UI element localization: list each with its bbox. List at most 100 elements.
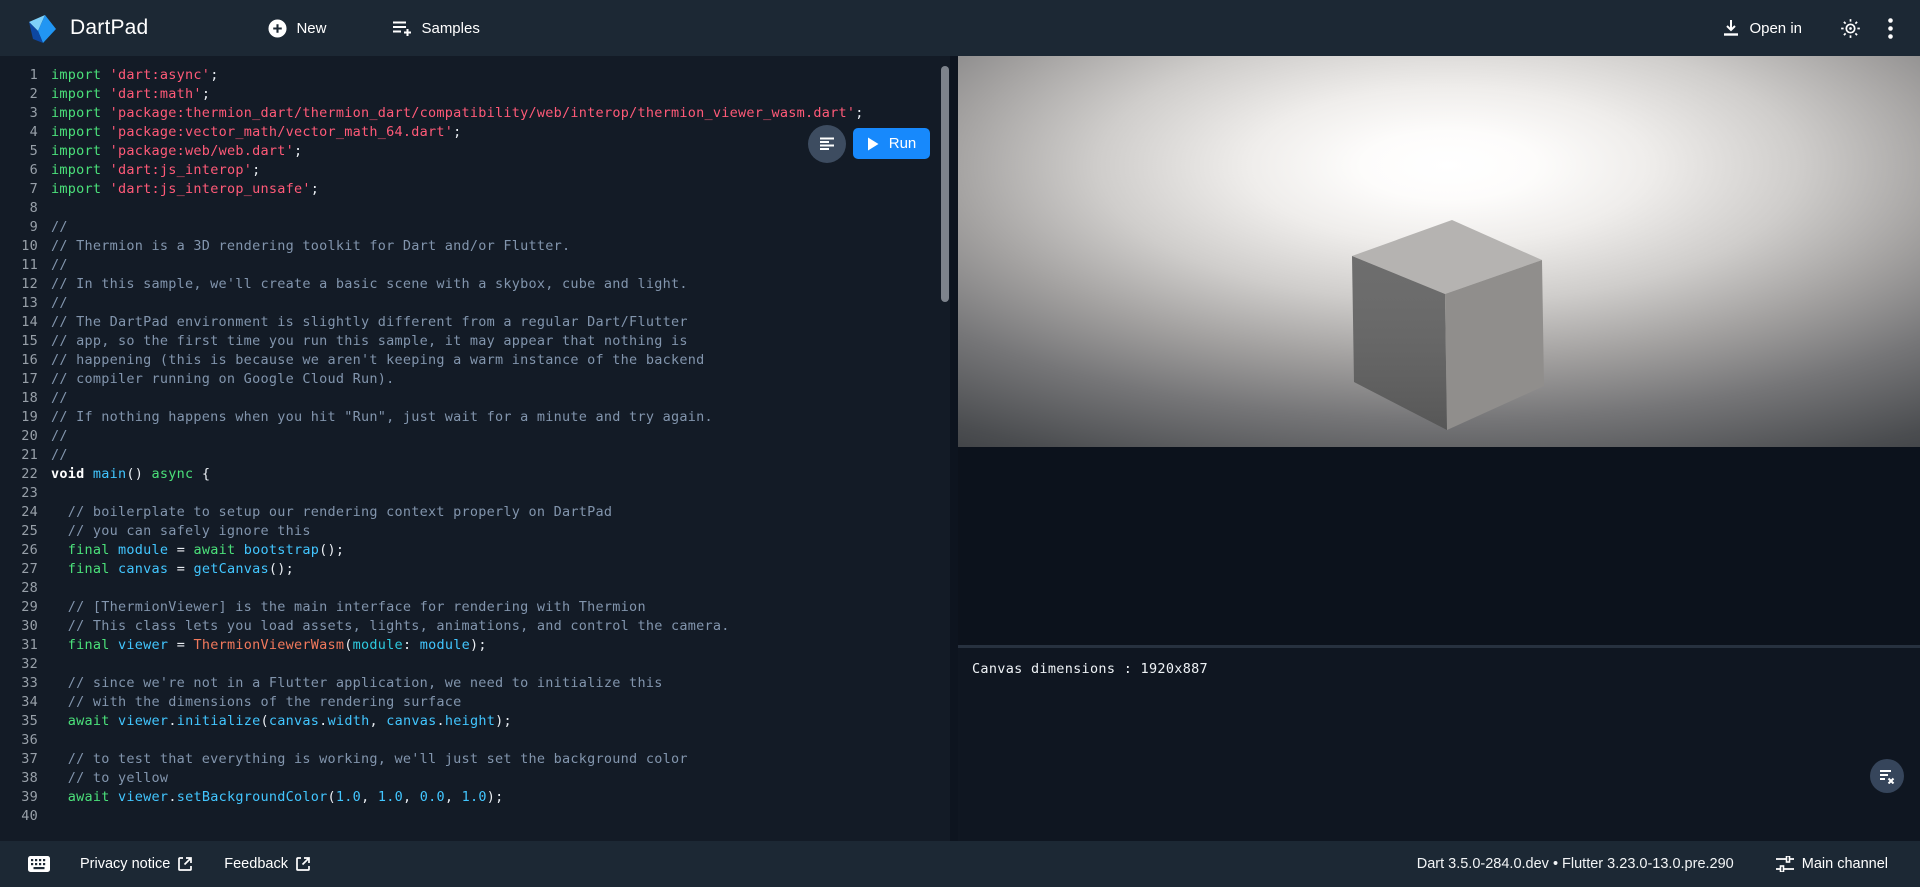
theme-toggle-button[interactable]	[1830, 8, 1870, 48]
code-line[interactable]: 26 final module = await bootstrap();	[0, 541, 950, 560]
code-line[interactable]: 19// If nothing happens when you hit "Ru…	[0, 408, 950, 427]
keyboard-icon	[28, 856, 50, 872]
keyboard-shortcuts-button[interactable]	[28, 856, 50, 872]
code-line[interactable]: 16// happening (this is because we aren'…	[0, 351, 950, 370]
download-icon	[1722, 19, 1740, 37]
code-text: // app, so the first time you run this s…	[38, 332, 688, 351]
code-line[interactable]: 3import 'package:thermion_dart/thermion_…	[0, 104, 950, 123]
channel-selector-button[interactable]: Main channel	[1776, 856, 1888, 872]
code-line[interactable]: 14// The DartPad environment is slightly…	[0, 313, 950, 332]
new-button-label: New	[296, 20, 326, 37]
line-number: 35	[0, 712, 38, 731]
privacy-notice-link[interactable]: Privacy notice	[80, 856, 192, 872]
line-number: 2	[0, 85, 38, 104]
line-number: 39	[0, 788, 38, 807]
code-text: import 'dart:js_interop_unsafe';	[38, 180, 319, 199]
samples-button[interactable]: Samples	[382, 13, 489, 43]
code-line[interactable]: 35 await viewer.initialize(canvas.width,…	[0, 712, 950, 731]
code-line[interactable]: 2import 'dart:math';	[0, 85, 950, 104]
sdk-version-text: Dart 3.5.0-284.0.dev • Flutter 3.23.0-13…	[1417, 856, 1734, 872]
code-line[interactable]: 13//	[0, 294, 950, 313]
code-line[interactable]: 32	[0, 655, 950, 674]
render-output-canvas	[958, 56, 1920, 447]
code-text: //	[38, 256, 68, 275]
line-number: 17	[0, 370, 38, 389]
run-button[interactable]: Run	[853, 128, 930, 159]
cube-graphic	[1350, 220, 1546, 432]
code-line[interactable]: 27 final canvas = getCanvas();	[0, 560, 950, 579]
code-line[interactable]: 22void main() async {	[0, 465, 950, 484]
feedback-link[interactable]: Feedback	[224, 856, 310, 872]
open-in-label: Open in	[1749, 20, 1802, 37]
dartpad-logo-icon	[26, 12, 58, 44]
top-bar: DartPad New Samples Open in	[0, 0, 1920, 56]
line-number: 13	[0, 294, 38, 313]
code-line[interactable]: 10// Thermion is a 3D rendering toolkit …	[0, 237, 950, 256]
line-number: 10	[0, 237, 38, 256]
code-text: // with the dimensions of the rendering …	[38, 693, 462, 712]
code-line[interactable]: 21//	[0, 446, 950, 465]
open-in-button[interactable]: Open in	[1712, 13, 1812, 43]
editor-scrollbar-thumb[interactable]	[941, 66, 949, 302]
code-text: //	[38, 389, 68, 408]
samples-icon	[392, 19, 412, 37]
code-text: import 'dart:math';	[38, 85, 210, 104]
external-link-icon	[178, 857, 192, 871]
code-line[interactable]: 28	[0, 579, 950, 598]
code-line[interactable]: 34 // with the dimensions of the renderi…	[0, 693, 950, 712]
console-panel: Canvas dimensions : 1920x887	[958, 648, 1920, 841]
code-text: await viewer.initialize(canvas.width, ca…	[38, 712, 512, 731]
code-text: await viewer.setBackgroundColor(1.0, 1.0…	[38, 788, 504, 807]
line-number: 4	[0, 123, 38, 142]
clear-console-button[interactable]	[1870, 759, 1904, 793]
line-number: 27	[0, 560, 38, 579]
code-line[interactable]: 30 // This class lets you load assets, l…	[0, 617, 950, 636]
tune-icon	[1776, 856, 1794, 872]
overflow-menu-button[interactable]	[1870, 8, 1910, 48]
code-line[interactable]: 11//	[0, 256, 950, 275]
line-number: 3	[0, 104, 38, 123]
code-editor[interactable]: 1import 'dart:async';2import 'dart:math'…	[0, 56, 950, 841]
code-line[interactable]: 9//	[0, 218, 950, 237]
line-number: 19	[0, 408, 38, 427]
line-number: 38	[0, 769, 38, 788]
code-line[interactable]: 23	[0, 484, 950, 503]
code-line[interactable]: 18//	[0, 389, 950, 408]
code-line[interactable]: 1import 'dart:async';	[0, 66, 950, 85]
code-line[interactable]: 12// In this sample, we'll create a basi…	[0, 275, 950, 294]
code-line[interactable]: 20//	[0, 427, 950, 446]
code-line[interactable]: 17// compiler running on Google Cloud Ru…	[0, 370, 950, 389]
code-line[interactable]: 40	[0, 807, 950, 826]
format-align-icon	[819, 137, 835, 151]
code-line[interactable]: 37 // to test that everything is working…	[0, 750, 950, 769]
app-title: DartPad	[70, 16, 148, 40]
line-number: 30	[0, 617, 38, 636]
code-line[interactable]: 39 await viewer.setBackgroundColor(1.0, …	[0, 788, 950, 807]
code-line[interactable]: 25 // you can safely ignore this	[0, 522, 950, 541]
code-text	[38, 731, 51, 750]
code-line[interactable]: 36	[0, 731, 950, 750]
code-line[interactable]: 38 // to yellow	[0, 769, 950, 788]
code-line[interactable]: 24 // boilerplate to setup our rendering…	[0, 503, 950, 522]
line-number: 18	[0, 389, 38, 408]
code-line[interactable]: 7import 'dart:js_interop_unsafe';	[0, 180, 950, 199]
line-number: 20	[0, 427, 38, 446]
line-number: 22	[0, 465, 38, 484]
line-number: 32	[0, 655, 38, 674]
code-line[interactable]: 33 // since we're not in a Flutter appli…	[0, 674, 950, 693]
code-text	[38, 199, 51, 218]
code-line[interactable]: 6import 'dart:js_interop';	[0, 161, 950, 180]
code-text: // If nothing happens when you hit "Run"…	[38, 408, 713, 427]
code-line[interactable]: 31 final viewer = ThermionViewerWasm(mod…	[0, 636, 950, 655]
code-line[interactable]: 15// app, so the first time you run this…	[0, 332, 950, 351]
format-button[interactable]	[808, 125, 846, 163]
new-button[interactable]: New	[258, 13, 336, 44]
console-output-text: Canvas dimensions : 1920x887	[972, 661, 1208, 677]
code-line[interactable]: 8	[0, 199, 950, 218]
code-line[interactable]: 29 // [ThermionViewer] is the main inter…	[0, 598, 950, 617]
code-text: final canvas = getCanvas();	[38, 560, 294, 579]
code-text: //	[38, 446, 68, 465]
code-text	[38, 655, 51, 674]
panel-splitter[interactable]	[950, 56, 958, 841]
code-text: // compiler running on Google Cloud Run)…	[38, 370, 395, 389]
